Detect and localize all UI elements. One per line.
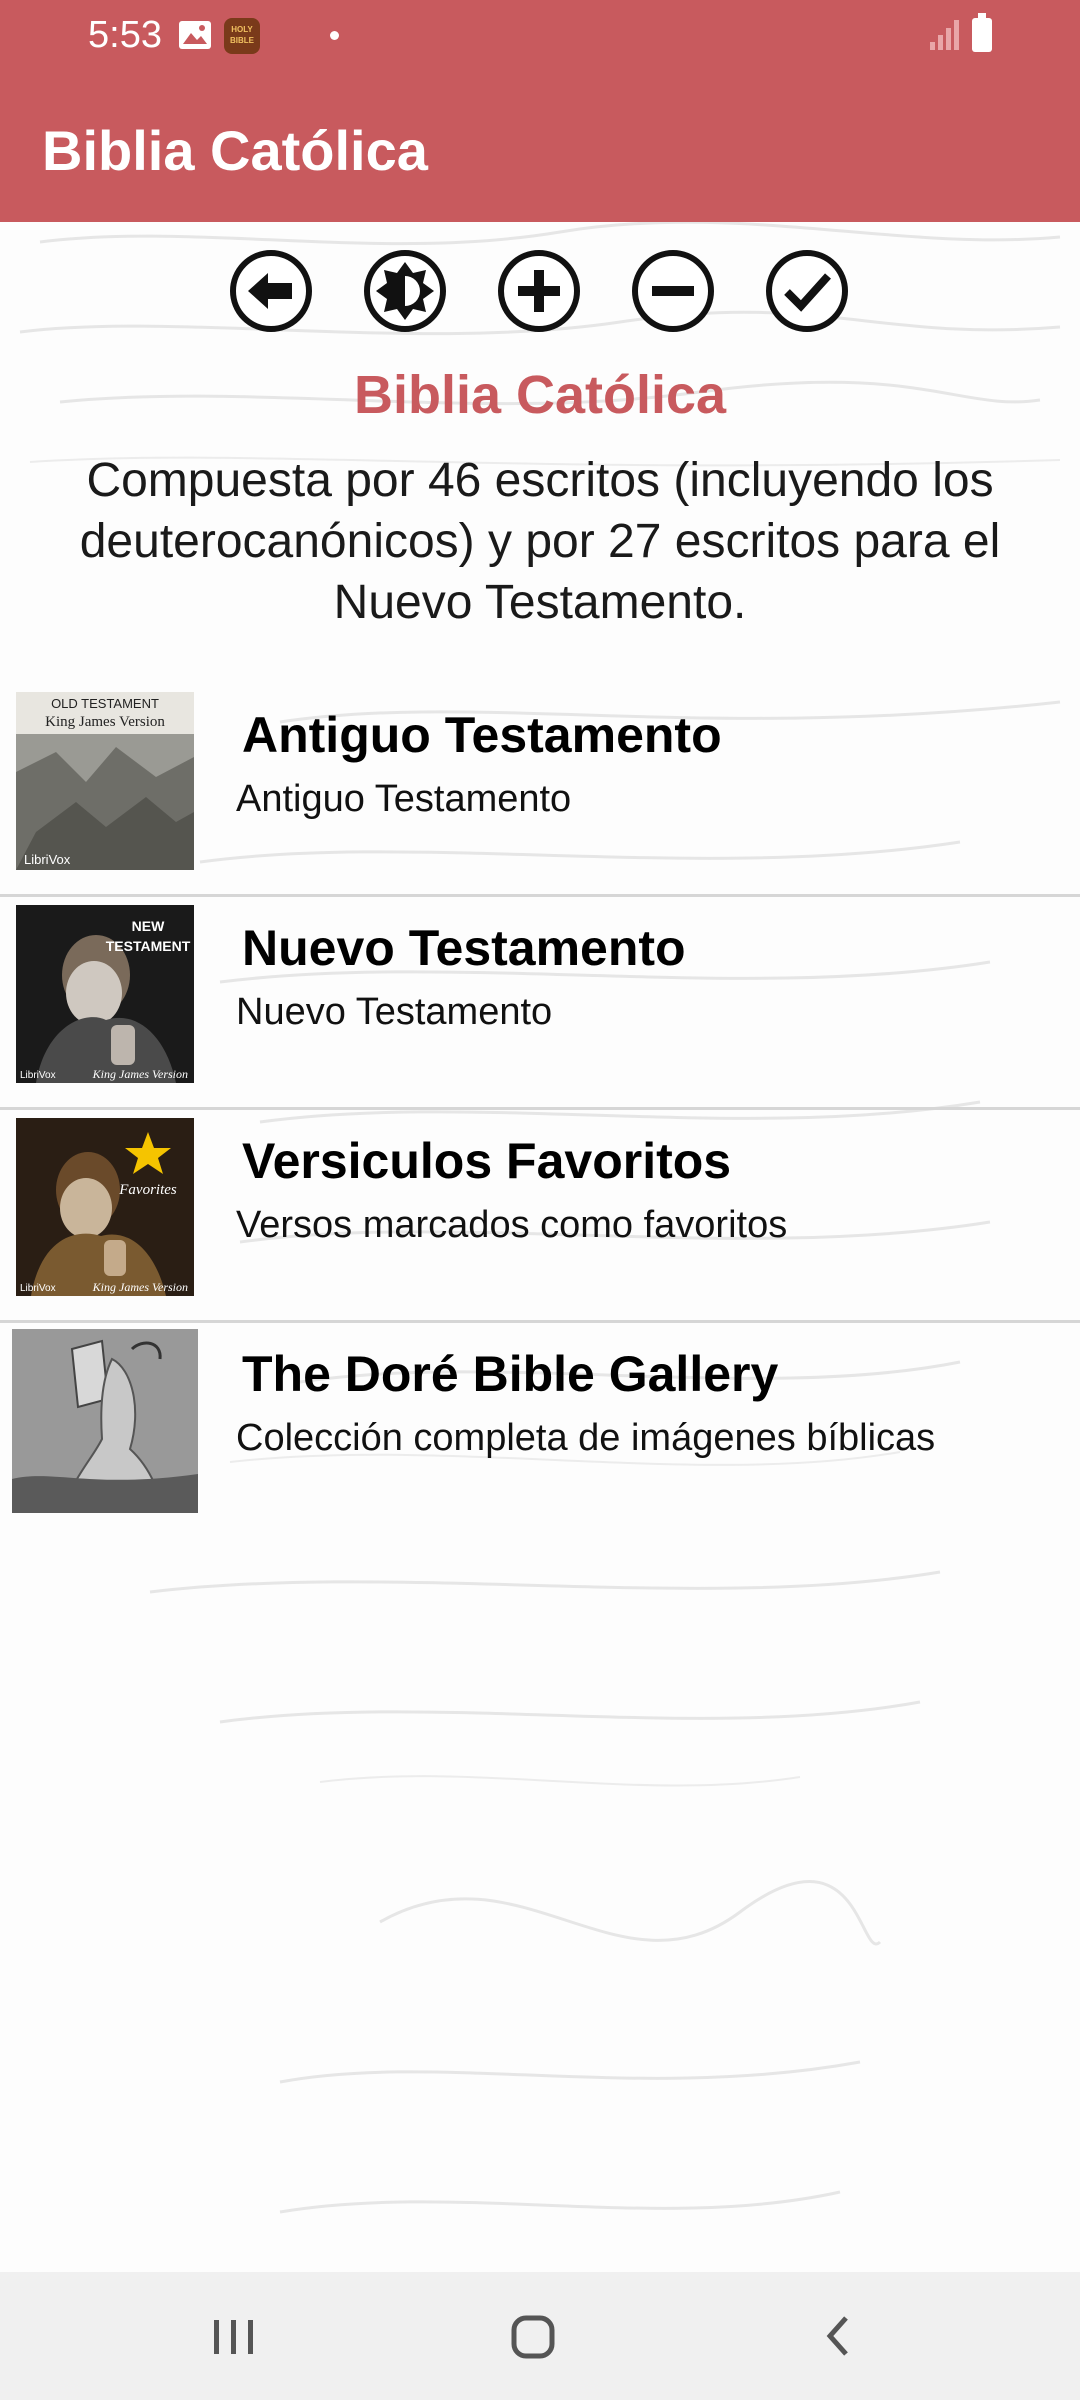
app-title: Biblia Católica	[42, 119, 428, 182]
list-item-subtitle: Nuevo Testamento	[236, 991, 553, 1033]
zoom-in-button[interactable]	[496, 248, 582, 334]
list-item-title: Nuevo Testamento	[242, 920, 686, 976]
battery-icon	[972, 13, 992, 52]
list-item-nuevo-testamento[interactable]: NEW TESTAMENT King James Version LibriVo…	[0, 895, 1080, 1110]
section-description: Compuesta por 46 escritos (incluyendo lo…	[79, 454, 1001, 629]
system-navigation-bar	[0, 2272, 1080, 2400]
status-time: 5:53	[88, 14, 162, 56]
old-testament-cover-image: OLD TESTAMENT King James Version LibriVo…	[16, 692, 194, 870]
svg-text:Favorites: Favorites	[118, 1182, 177, 1198]
list-item-title: The Doré Bible Gallery	[242, 1346, 779, 1402]
dore-gallery-cover-image	[12, 1329, 198, 1513]
app-bar: Biblia Católica	[0, 74, 1080, 222]
brightness-button[interactable]	[362, 248, 448, 334]
signal-icon	[930, 20, 959, 50]
svg-text:LibriVox: LibriVox	[20, 1283, 56, 1294]
main-content[interactable]: Biblia Católica Compuesta por 46 escrito…	[0, 222, 1080, 2272]
svg-text:LibriVox: LibriVox	[24, 852, 71, 867]
recent-apps-icon[interactable]	[204, 2306, 264, 2366]
list-item-title: Antiguo Testamento	[242, 707, 722, 763]
svg-text:TESTAMENT: TESTAMENT	[106, 938, 191, 954]
svg-text:LibriVox: LibriVox	[20, 1070, 56, 1081]
home-icon[interactable]	[504, 2306, 564, 2366]
list-item-versiculos-favoritos[interactable]: Favorites King James Version LibriVox Ve…	[0, 1108, 1080, 1323]
back-nav-icon[interactable]	[808, 2306, 868, 2366]
new-testament-cover-image: NEW TESTAMENT King James Version LibriVo…	[16, 905, 194, 1083]
gallery-icon	[179, 21, 211, 49]
svg-text:OLD TESTAMENT: OLD TESTAMENT	[51, 696, 159, 711]
confirm-button[interactable]	[764, 248, 850, 334]
notification-dot-icon	[330, 31, 339, 40]
section-title: Biblia Católica	[353, 365, 727, 425]
list-item-subtitle: Colección completa de imágenes bíblicas	[236, 1417, 936, 1459]
list-item-dore-bible-gallery[interactable]: The Doré Bible Gallery Colección complet…	[0, 1321, 1080, 1533]
bible-app-icon: HOLY BIBLE	[224, 18, 260, 54]
svg-text:NEW: NEW	[132, 918, 165, 934]
favorites-cover-image: Favorites King James Version LibriVox	[16, 1118, 194, 1296]
svg-text:King James Version: King James Version	[45, 714, 165, 730]
status-bar: 5:53 HOLY BIBLE	[0, 0, 1080, 74]
zoom-out-button[interactable]	[630, 248, 716, 334]
toolbar	[0, 248, 1080, 338]
list-item-antiguo-testamento[interactable]: OLD TESTAMENT King James Version LibriVo…	[0, 682, 1080, 897]
svg-text:King James Version: King James Version	[92, 1067, 188, 1081]
list-item-title: Versiculos Favoritos	[242, 1133, 732, 1189]
list-item-subtitle: Antiguo Testamento	[236, 778, 572, 820]
svg-text:King James Version: King James Version	[92, 1280, 188, 1294]
back-button[interactable]	[228, 248, 314, 334]
list-item-subtitle: Versos marcados como favoritos	[236, 1204, 788, 1246]
